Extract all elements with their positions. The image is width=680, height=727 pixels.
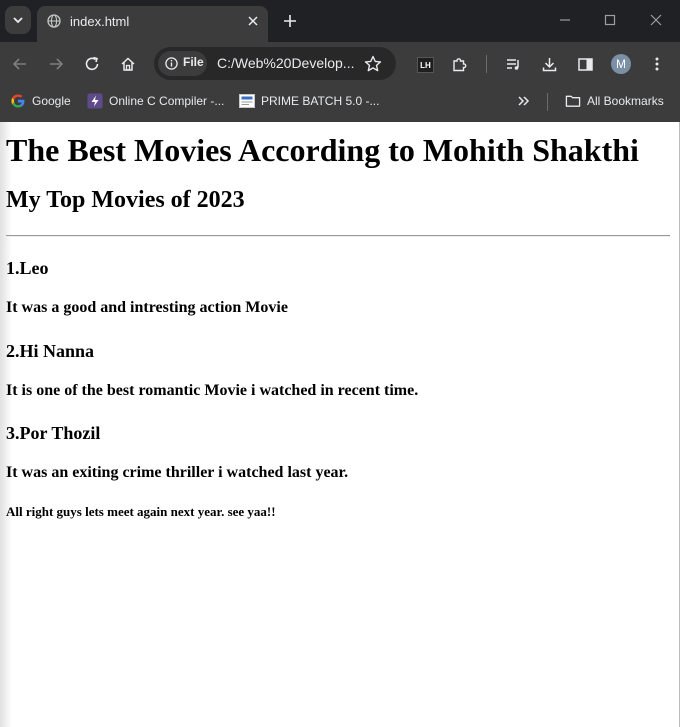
profile-avatar[interactable]: M (611, 54, 631, 74)
info-icon (165, 57, 178, 70)
close-window-button[interactable] (643, 8, 669, 32)
movie-heading: 1.Leo (6, 258, 49, 278)
home-icon (121, 57, 135, 71)
reload-icon (85, 56, 99, 71)
more-vertical-icon (655, 57, 659, 71)
all-bookmarks-label: All Bookmarks (587, 94, 664, 108)
bookmark-prime-batch[interactable]: PRIME BATCH 5.0 -... (239, 86, 379, 116)
globe-icon (47, 14, 61, 28)
minimize-icon (560, 19, 570, 21)
puzzle-icon (452, 57, 466, 71)
tab-close-button[interactable] (244, 12, 262, 30)
site-info-chip[interactable]: File (158, 51, 207, 76)
tab-strip: index.html (0, 0, 680, 42)
tab-index-html[interactable]: index.html (37, 6, 268, 42)
browser-toolbar: File C:/Web%20Develop... LH M (0, 42, 680, 86)
bookmark-label: PRIME BATCH 5.0 -... (261, 94, 380, 108)
extensions-button[interactable] (449, 54, 469, 74)
address-bar[interactable]: File C:/Web%20Develop... (154, 47, 396, 80)
arrow-right-icon (50, 58, 64, 70)
download-icon (542, 57, 556, 71)
movie-description: It was a good and intresting action Movi… (6, 299, 288, 316)
star-icon[interactable] (363, 54, 383, 74)
movie-description: It was an exiting crime thriller i watch… (6, 464, 349, 481)
reload-button[interactable] (82, 54, 102, 74)
arrow-left-icon (12, 58, 26, 70)
queue-music-icon (506, 58, 519, 70)
bookmark-online-c-compiler[interactable]: Online C Compiler -... (87, 86, 224, 116)
home-button[interactable] (118, 54, 138, 74)
new-tab-button[interactable] (279, 10, 301, 32)
forward-button[interactable] (46, 54, 66, 74)
scheme-label: File (183, 55, 204, 69)
side-panel-icon (577, 57, 593, 71)
bookmark-label: Online C Compiler -... (109, 94, 225, 108)
downloads-button[interactable] (539, 54, 559, 74)
plus-icon (284, 15, 296, 27)
minimize-button[interactable] (552, 8, 578, 32)
close-icon (650, 14, 662, 26)
lightning-icon (87, 93, 103, 109)
chevron-down-icon (13, 17, 23, 24)
movie-heading: 3.Por Thozil (6, 423, 101, 443)
maximize-icon (604, 14, 616, 26)
folder-icon (565, 93, 581, 109)
movie-description: It is one of the best romantic Movie i w… (6, 382, 419, 399)
all-bookmarks-button[interactable]: All Bookmarks (565, 86, 664, 116)
page-content: The Best Movies According to Mohith Shak… (0, 122, 680, 727)
google-icon (10, 93, 26, 109)
doc-thumbnail-icon (239, 93, 255, 109)
side-panel-button[interactable] (575, 54, 595, 74)
horizontal-rule (6, 235, 670, 237)
more-bookmarks-button[interactable] (517, 86, 531, 116)
page-title: The Best Movies According to Mohith Shak… (6, 132, 639, 168)
toolbar-divider (486, 55, 487, 73)
bookmarks-bar: Google Online C Compiler -... PRIME BATC… (0, 86, 680, 122)
double-chevron-right-icon (518, 96, 530, 106)
reading-list-button[interactable] (503, 54, 523, 74)
bookmarks-divider (547, 93, 548, 111)
tab-search-button[interactable] (5, 6, 31, 34)
movie-heading: 2.Hi Nanna (6, 341, 95, 361)
close-icon (248, 16, 258, 26)
closing-note: All right guys lets meet again next year… (6, 504, 276, 519)
bookmark-label: Google (32, 94, 71, 108)
page-subtitle: My Top Movies of 2023 (6, 187, 245, 213)
maximize-button[interactable] (597, 8, 623, 32)
lighthouse-extension-icon[interactable]: LH (417, 57, 434, 73)
bookmark-google[interactable]: Google (10, 86, 71, 116)
url-text: C:/Web%20Develop... (217, 55, 355, 71)
menu-button[interactable] (647, 54, 667, 74)
back-button[interactable] (10, 54, 30, 74)
tab-title: index.html (70, 14, 130, 29)
